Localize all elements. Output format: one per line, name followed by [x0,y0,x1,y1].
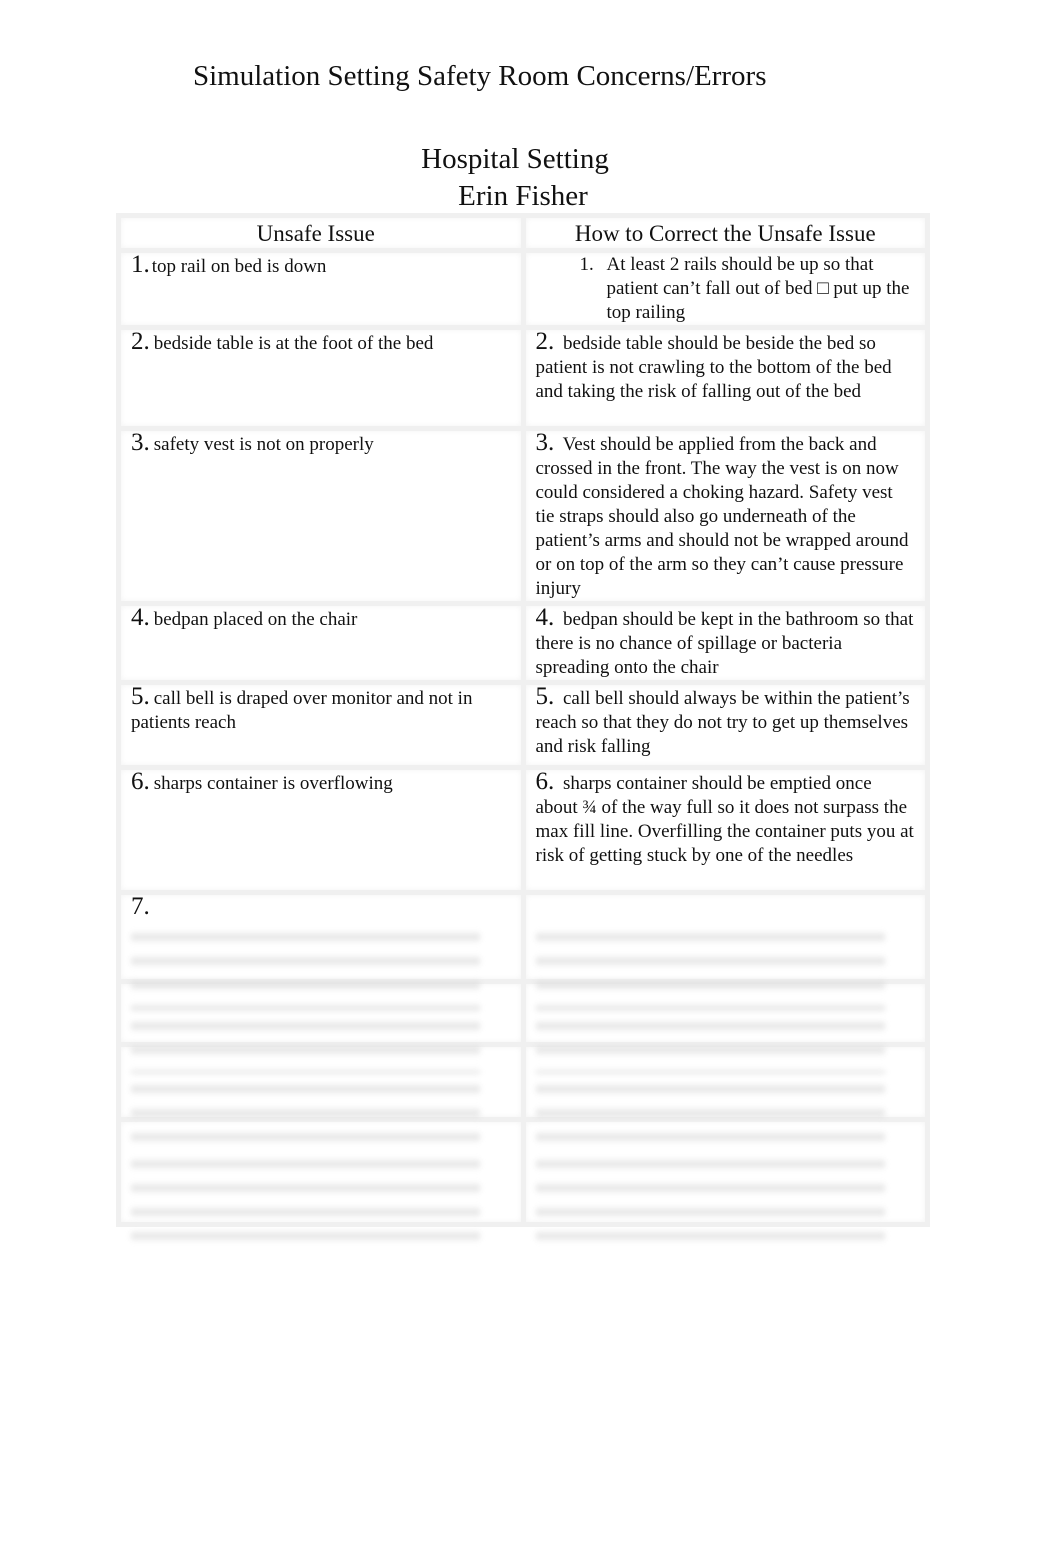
issue-text: sharps container is overflowing [153,773,393,794]
table-row: 6. sharps container is overflowing 6. sha… [116,765,930,895]
fix-text: sharps container should be emptied once … [535,773,914,866]
redacted-text [535,1154,885,1254]
issue-text: call bell is draped over monitor and not… [131,688,473,733]
fix-text: bedside table should be beside the bed s… [535,333,892,402]
table-row: 1.top rail on bed is down At least 2 rai… [116,248,930,330]
header-correction: How to Correct the Unsafe Issue [520,213,930,253]
correction-cell [520,890,930,1011]
issue-number: 6. [131,768,150,795]
fix-number: 3. [535,429,555,456]
table-row: 4. bedpan placed on the chair 4. bedpan s… [116,601,930,685]
author-name: Erin Fisher [458,180,588,212]
unsafe-issue-cell: 6. sharps container is overflowing [116,765,526,895]
issue-number: 7. [131,893,150,920]
setting-heading: Hospital Setting [421,143,609,175]
unsafe-issue-cell: 7. [116,890,526,1011]
issue-text: top rail on bed is down [151,256,327,277]
fix-text: Vest should be applied from the back and… [535,434,909,599]
fix-number: 4. [535,604,555,631]
correction-cell: At least 2 rails should be up so that pa… [520,248,930,330]
unsafe-issue-cell: 5. call bell is draped over monitor and n… [116,680,526,770]
redacted-text [535,1079,885,1149]
safety-issues-table: Unsafe Issue How to Correct the Unsafe I… [116,213,930,1254]
issue-number: 4. [131,604,150,631]
header-unsafe-issue: Unsafe Issue [116,213,526,253]
table-row: 7. [116,890,930,1011]
unsafe-issue-cell: 2. bedside table is at the foot of the be… [116,325,526,431]
redacted-text [131,927,481,1011]
redacted-text [131,1016,481,1074]
fix-text: bedpan should be kept in the bathroom so… [535,609,914,678]
fix-number: 6. [535,768,555,795]
fix-number: 5. [535,683,555,710]
redacted-text [535,1016,885,1074]
unsafe-issue-cell: 3. safety vest is not on properly [116,426,526,606]
fix-text: At least 2 rails should be up so that pa… [599,253,916,325]
document-title: Simulation Setting Safety Room Concerns/… [193,60,767,92]
issue-number: 5. [131,683,150,710]
correction-list: At least 2 rails should be up so that pa… [536,253,916,325]
correction-cell: 3. Vest should be applied from the back … [520,426,930,606]
issue-number: 3. [131,429,150,456]
correction-cell: 6. sharps container should be emptied on… [520,765,930,895]
table-header-row: Unsafe Issue How to Correct the Unsafe I… [116,213,930,253]
redacted-text [131,1079,481,1149]
correction-cell: 5. call bell should always be within the… [520,680,930,770]
table-row: 2. bedside table is at the foot of the be… [116,325,930,431]
table-row: 5. call bell is draped over monitor and n… [116,680,930,770]
issue-text: bedside table is at the foot of the bed [153,333,434,354]
fix-text: call bell should always be within the pa… [535,688,910,757]
fix-number: 2. [535,328,555,355]
unsafe-issue-cell: 4. bedpan placed on the chair [116,601,526,685]
redacted-text [131,1154,481,1254]
issue-number: 1. [131,251,150,278]
correction-cell: 2. bedside table should be beside the be… [520,325,930,431]
correction-cell: 4. bedpan should be kept in the bathroom… [520,601,930,685]
redacted-text [535,927,885,1011]
issue-text: bedpan placed on the chair [153,609,358,630]
issue-text: safety vest is not on properly [153,434,374,455]
table-row: 3. safety vest is not on properly 3. Vest… [116,426,930,606]
unsafe-issue-cell: 1. top rail on bed is down [116,248,526,330]
issue-number: 2. [131,328,150,355]
